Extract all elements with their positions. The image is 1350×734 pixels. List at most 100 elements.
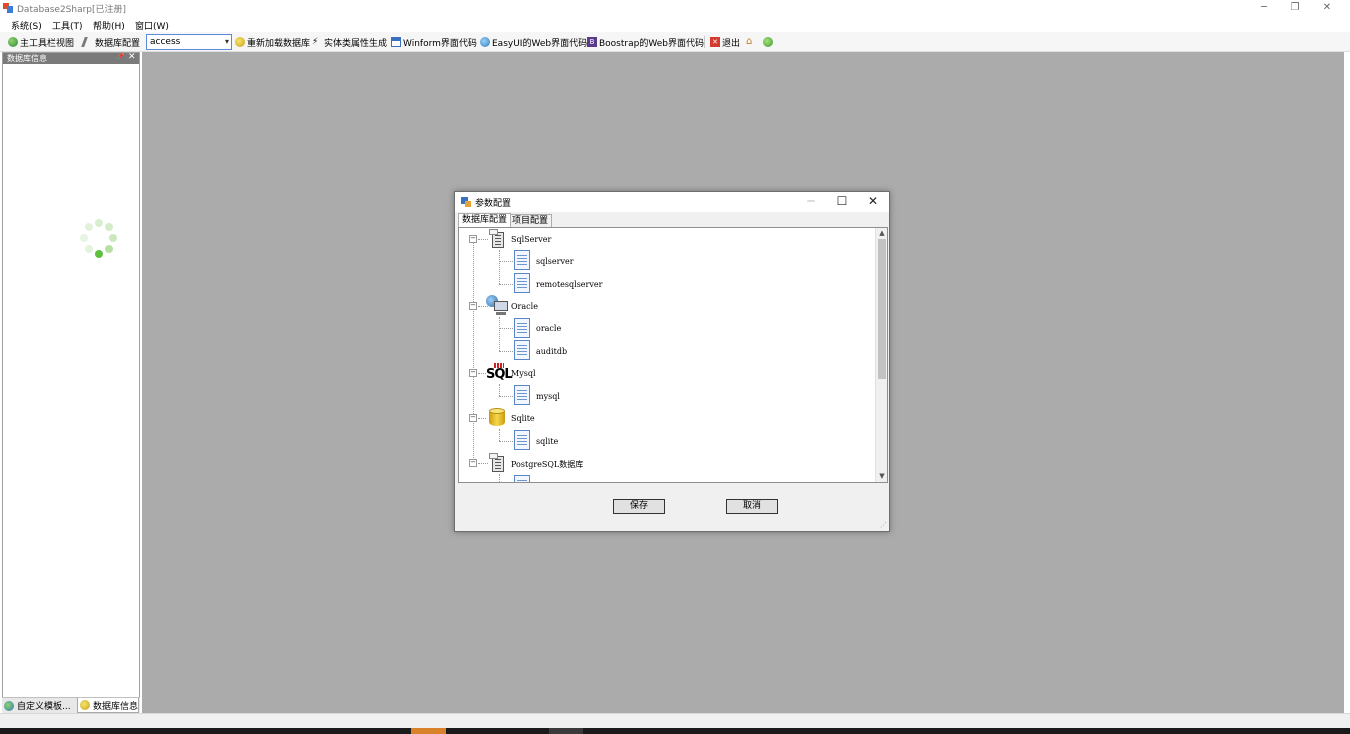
server-icon bbox=[489, 453, 509, 473]
database-tree[interactable]: − SqlServer sqlserver remotesqlserver − … bbox=[458, 227, 888, 483]
tree-node-postgresql[interactable]: PostgreSQL数据库 bbox=[511, 459, 583, 470]
tree-node-sqlite-child[interactable]: sqlite bbox=[536, 437, 558, 446]
tree-node-sqlserver-child[interactable]: sqlserver bbox=[536, 257, 574, 266]
status-bar bbox=[0, 713, 1350, 728]
save-button[interactable]: 保存 bbox=[613, 499, 665, 514]
tab-database-info[interactable]: 数据库信息 bbox=[77, 698, 139, 713]
home-icon: ⌂ bbox=[746, 36, 753, 47]
db-config-button[interactable]: 数据库配置 bbox=[81, 35, 140, 49]
tree-line bbox=[499, 396, 513, 397]
reload-database-button[interactable]: 重新加载数据库 bbox=[235, 35, 310, 49]
entity-generate-button[interactable]: ⚡ 实体类属性生成 bbox=[312, 35, 387, 49]
exit-button[interactable]: ✕ 退出 bbox=[710, 35, 740, 49]
tab-db-config[interactable]: 数据库配置 bbox=[458, 213, 512, 227]
restore-button[interactable]: ❐ bbox=[1279, 0, 1311, 16]
easyui-code-label: EasyUI的Web界面代码 bbox=[492, 38, 588, 49]
database-cylinder-icon bbox=[487, 407, 507, 427]
panel-header: 数据库信息 📌 ✕ bbox=[3, 52, 139, 64]
entity-generate-label: 实体类属性生成 bbox=[324, 38, 388, 49]
close-button[interactable]: ✕ bbox=[1311, 0, 1343, 16]
minimize-button[interactable]: ─ bbox=[1248, 0, 1280, 16]
refresh-button[interactable] bbox=[763, 35, 775, 49]
scroll-thumb[interactable] bbox=[878, 239, 886, 379]
lightning-icon: ⚡ bbox=[312, 37, 319, 47]
panel-close-icon[interactable]: ✕ bbox=[128, 52, 136, 62]
menu-help[interactable]: 帮助(H) bbox=[93, 19, 125, 32]
window-form-icon bbox=[391, 37, 401, 47]
bootstrap-code-label: Boostrap的Web界面代码 bbox=[599, 38, 704, 49]
taskbar-active-item[interactable] bbox=[411, 728, 446, 734]
tree-node-mysql-child[interactable]: mysql bbox=[536, 392, 560, 401]
tree-node-remotesqlserver[interactable]: remotesqlserver bbox=[536, 280, 602, 289]
tree-line bbox=[478, 239, 488, 240]
document-icon bbox=[514, 340, 530, 360]
template-icon bbox=[4, 700, 14, 711]
pin-icon[interactable]: 📌 bbox=[117, 53, 124, 60]
main-toolbar-view-button[interactable]: 主工具栏视图 bbox=[8, 35, 74, 49]
scroll-down-icon[interactable]: ▼ bbox=[877, 471, 887, 481]
tree-node-oracle[interactable]: Oracle bbox=[511, 302, 538, 311]
document-icon bbox=[514, 475, 530, 482]
scroll-up-icon[interactable]: ▲ bbox=[877, 228, 887, 238]
document-icon bbox=[514, 385, 530, 405]
taskbar-item[interactable] bbox=[549, 728, 583, 734]
tab-database-info-label: 数据库信息 bbox=[92, 701, 138, 712]
cancel-button[interactable]: 取消 bbox=[726, 499, 778, 514]
expander-postgresql[interactable]: − bbox=[469, 459, 477, 467]
tree-line bbox=[499, 384, 500, 396]
globe-computer-icon bbox=[486, 295, 510, 315]
loading-spinner-icon bbox=[77, 217, 121, 261]
reload-database-label: 重新加载数据库 bbox=[247, 38, 311, 49]
expander-mysql[interactable]: − bbox=[469, 369, 477, 377]
dialog-title: 参数配置 bbox=[475, 199, 512, 209]
sql-icon: SQL bbox=[486, 363, 513, 383]
tree-line bbox=[478, 373, 486, 374]
home-button[interactable]: ⌂ bbox=[746, 35, 758, 49]
menu-tools[interactable]: 工具(T) bbox=[52, 19, 83, 32]
tab-custom-template-label: 自定义模板... bbox=[17, 702, 71, 712]
database-reload-icon bbox=[235, 37, 245, 47]
dialog-maximize-button[interactable]: ☐ bbox=[830, 194, 854, 210]
tree-node-oracle-child[interactable]: oracle bbox=[536, 324, 561, 333]
wrench-icon bbox=[81, 37, 95, 47]
database-select-value: access bbox=[150, 37, 181, 47]
exit-icon: ✕ bbox=[710, 37, 720, 47]
tree-node-auditdb[interactable]: auditdb bbox=[536, 347, 567, 356]
tree-line bbox=[499, 351, 513, 352]
resize-grip-icon[interactable]: ⋰ bbox=[880, 521, 887, 529]
tree-scrollbar[interactable]: ▲ ▼ bbox=[875, 228, 887, 482]
document-icon bbox=[514, 318, 530, 338]
tab-project-config[interactable]: 项目配置 bbox=[508, 214, 553, 227]
bootstrap-code-button[interactable]: B Boostrap的Web界面代码 bbox=[587, 35, 704, 49]
menu-system[interactable]: 系统(S) bbox=[11, 19, 42, 32]
tree-line bbox=[478, 418, 486, 419]
tree-line bbox=[499, 429, 500, 441]
tree-line bbox=[499, 441, 513, 442]
database-select[interactable]: access ▾ bbox=[146, 34, 232, 50]
winform-code-button[interactable]: Winform界面代码 bbox=[391, 35, 477, 49]
tree-node-sqlserver[interactable]: SqlServer bbox=[511, 235, 551, 244]
dialog-close-button[interactable]: ✕ bbox=[861, 194, 885, 210]
server-icon bbox=[489, 229, 509, 249]
menu-window[interactable]: 窗口(W) bbox=[135, 19, 169, 32]
expander-sqlite[interactable]: − bbox=[469, 414, 477, 422]
bootstrap-icon: B bbox=[587, 37, 597, 47]
tab-custom-template[interactable]: 自定义模板... bbox=[2, 698, 77, 713]
expander-oracle[interactable]: − bbox=[469, 302, 477, 310]
tree-line bbox=[473, 236, 474, 462]
tree-line bbox=[478, 463, 488, 464]
document-icon bbox=[514, 430, 530, 450]
tree-node-mysql[interactable]: Mysql bbox=[511, 369, 536, 378]
menu-bar: 系统(S) 工具(T) 帮助(H) 窗口(W) bbox=[0, 17, 1350, 32]
tree-node-sqlite[interactable]: Sqlite bbox=[511, 414, 535, 423]
window-right-edge bbox=[1344, 52, 1350, 713]
app-icon bbox=[3, 3, 13, 13]
expander-sqlserver[interactable]: − bbox=[469, 235, 477, 243]
left-panel-tabs: 自定义模板... 数据库信息 bbox=[2, 697, 140, 713]
dialog-minimize-button[interactable]: ─ bbox=[799, 194, 823, 210]
dialog-title-bar: 参数配置 ─ ☐ ✕ bbox=[455, 192, 889, 212]
easyui-code-button[interactable]: EasyUI的Web界面代码 bbox=[480, 35, 587, 49]
window-title: Database2Sharp[已注册] bbox=[17, 5, 127, 15]
tree-line bbox=[499, 317, 500, 351]
exit-label: 退出 bbox=[722, 38, 741, 49]
